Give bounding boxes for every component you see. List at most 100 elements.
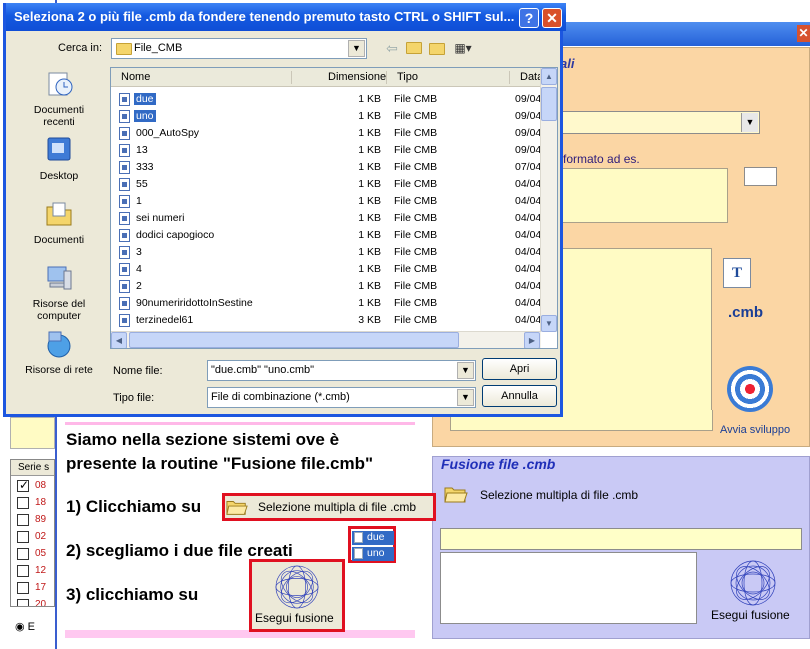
bg-textarea-top[interactable] bbox=[560, 168, 728, 223]
file-row[interactable]: 13 1 KB File CMB 09/04 bbox=[111, 142, 541, 159]
checkbox[interactable] bbox=[17, 582, 29, 594]
column-header-tipo[interactable]: Tipo bbox=[397, 71, 418, 83]
file-type: File CMB bbox=[394, 297, 438, 309]
file-row[interactable]: 3 1 KB File CMB 04/04 bbox=[111, 244, 541, 261]
help-icon[interactable]: ? bbox=[519, 8, 539, 28]
column-header-nome[interactable]: Nome bbox=[121, 71, 150, 83]
target-icon[interactable] bbox=[727, 366, 773, 412]
file-date: 09/04 bbox=[515, 144, 542, 156]
checkbox[interactable] bbox=[17, 599, 29, 606]
selezione-multipla-button[interactable]: Selezione multipla di file .cmb bbox=[480, 488, 638, 502]
back-arrow-icon[interactable]: ⇦ bbox=[384, 39, 400, 57]
file-date: 04/04 bbox=[515, 195, 542, 207]
selezione-button-label: Selezione multipla di file .cmb bbox=[258, 500, 417, 514]
cmb-label: .cmb bbox=[728, 304, 764, 321]
chevron-down-icon[interactable]: ▼ bbox=[741, 113, 758, 132]
file-type: File CMB bbox=[394, 195, 438, 207]
file-row[interactable]: 2 1 KB File CMB 04/04 bbox=[111, 278, 541, 295]
scroll-left-icon[interactable]: ◀ bbox=[111, 332, 127, 348]
cerca-in-dropdown[interactable]: File_CMB ▼ bbox=[111, 38, 367, 59]
highlight-selected-files: due uno bbox=[348, 526, 396, 563]
dialog-title: Seleziona 2 o più file .cmb da fondere t… bbox=[6, 3, 566, 31]
bg-textarea-large[interactable] bbox=[562, 248, 712, 431]
serie-list-header: Serie s bbox=[11, 460, 54, 476]
highlight-selezione-button[interactable]: Selezione multipla di file .cmb bbox=[222, 493, 436, 521]
new-folder-icon[interactable] bbox=[428, 39, 446, 57]
bg-small-input[interactable] bbox=[744, 167, 777, 186]
file-list[interactable]: Nome Dimensione Tipo Data due 1 KB File CM… bbox=[110, 67, 558, 349]
file-row[interactable]: sei numeri 1 KB File CMB 04/04 bbox=[111, 210, 541, 227]
place-desktop[interactable]: Desktop bbox=[20, 135, 98, 182]
file-open-dialog: Seleziona 2 o più file .cmb da fondere t… bbox=[3, 3, 566, 417]
instruction-line-2: presente la routine "Fusione file.cmb" bbox=[66, 454, 374, 473]
file-name: 90numeriridottoInSestine bbox=[136, 297, 253, 309]
checkbox[interactable] bbox=[17, 478, 29, 492]
file-row[interactable]: 90numeriridottoInSestine 1 KB File CMB 04/0… bbox=[111, 295, 541, 312]
file-row[interactable]: 000_AutoSpy 1 KB File CMB 09/04 bbox=[111, 125, 541, 142]
up-folder-icon[interactable] bbox=[405, 39, 423, 57]
pink-divider-bottom bbox=[65, 630, 415, 638]
file-size: 1 KB bbox=[358, 229, 381, 241]
documents-folder-icon bbox=[46, 202, 72, 226]
esegui-fusione-label[interactable]: Esegui fusione bbox=[711, 608, 790, 622]
scroll-up-icon[interactable]: ▲ bbox=[541, 68, 557, 85]
checkbox[interactable] bbox=[17, 531, 29, 543]
highlight-esegui-button[interactable]: Esegui fusione bbox=[249, 559, 345, 632]
checkbox[interactable] bbox=[17, 548, 29, 560]
close-icon[interactable]: ✕ bbox=[542, 8, 562, 28]
bg-dropdown[interactable]: ▼ bbox=[560, 111, 760, 134]
file-row[interactable]: due 1 KB File CMB 09/04 bbox=[111, 91, 541, 108]
fusione-result-input[interactable] bbox=[440, 528, 802, 550]
file-date: 04/04 bbox=[515, 280, 542, 292]
nome-file-input[interactable]: "due.cmb" "uno.cmb" ▼ bbox=[207, 360, 476, 381]
place-network[interactable]: Risorse di rete bbox=[20, 329, 98, 376]
checkbox[interactable] bbox=[17, 497, 29, 509]
place-recent-documents[interactable]: Documenti recenti bbox=[20, 69, 98, 128]
instruction-line-1: Siamo nella sezione sistemi ove è bbox=[66, 430, 340, 449]
chevron-down-icon[interactable]: ▼ bbox=[457, 389, 474, 406]
column-header-dimensione[interactable]: Dimensione bbox=[328, 71, 386, 83]
scroll-right-icon[interactable]: ▶ bbox=[524, 332, 540, 348]
cmb-file-icon bbox=[119, 280, 130, 293]
checkbox[interactable] bbox=[17, 514, 29, 526]
cmb-file-icon[interactable]: T bbox=[723, 258, 751, 288]
apri-button[interactable]: Apri bbox=[482, 358, 557, 380]
annulla-button[interactable]: Annulla bbox=[482, 385, 557, 407]
file-date: 07/04 bbox=[515, 161, 542, 173]
place-documents[interactable]: Documenti bbox=[20, 199, 98, 246]
file-row[interactable]: terzinedel61 3 KB File CMB 04/04 bbox=[111, 312, 541, 329]
chevron-down-icon[interactable]: ▼ bbox=[348, 40, 365, 57]
file-row[interactable]: 1 1 KB File CMB 04/04 bbox=[111, 193, 541, 210]
serie-list[interactable]: Serie s 08 18 89 02 05 12 17 20 bbox=[10, 459, 55, 607]
horizontal-scroll-thumb[interactable] bbox=[129, 332, 459, 348]
spirograph-icon[interactable] bbox=[728, 559, 778, 607]
view-menu-icon[interactable]: ▦▾ bbox=[451, 39, 475, 57]
nome-file-label: Nome file: bbox=[113, 365, 163, 377]
open-folder-icon[interactable] bbox=[444, 484, 468, 504]
file-type: File CMB bbox=[394, 263, 438, 275]
fusione-textarea[interactable] bbox=[440, 552, 697, 624]
chevron-down-icon[interactable]: ▼ bbox=[457, 362, 474, 379]
file-row[interactable]: dodici capogioco 1 KB File CMB 04/04 bbox=[111, 227, 541, 244]
place-my-computer[interactable]: Risorse del computer bbox=[20, 263, 98, 322]
scroll-thumb[interactable] bbox=[541, 87, 557, 121]
cmb-file-icon bbox=[119, 144, 130, 157]
file-row[interactable]: 4 1 KB File CMB 04/04 bbox=[111, 261, 541, 278]
cmb-file-icon bbox=[119, 246, 130, 259]
cmb-file-icon bbox=[119, 263, 130, 276]
left-radio[interactable]: ◉ E bbox=[15, 620, 35, 633]
instruction-step-2: 2) scegliamo i due file creati bbox=[66, 541, 293, 560]
tipo-file-dropdown[interactable]: File di combinazione (*.cmb) ▼ bbox=[207, 387, 476, 408]
checkbox[interactable] bbox=[17, 565, 29, 577]
horizontal-scrollbar[interactable]: ◀ ▶ bbox=[111, 331, 541, 348]
vertical-scrollbar[interactable]: ▲ ▼ bbox=[540, 68, 557, 332]
cmb-file-icon bbox=[119, 212, 130, 225]
file-size: 1 KB bbox=[358, 127, 381, 139]
tipo-file-label: Tipo file: bbox=[113, 392, 155, 404]
file-row[interactable]: 333 1 KB File CMB 07/04 bbox=[111, 159, 541, 176]
bg-window-close-icon[interactable]: ✕ bbox=[797, 25, 810, 42]
file-row[interactable]: uno 1 KB File CMB 09/04 bbox=[111, 108, 541, 125]
spirograph-icon bbox=[275, 565, 319, 609]
file-row[interactable]: 55 1 KB File CMB 04/04 bbox=[111, 176, 541, 193]
scroll-down-icon[interactable]: ▼ bbox=[541, 315, 557, 332]
